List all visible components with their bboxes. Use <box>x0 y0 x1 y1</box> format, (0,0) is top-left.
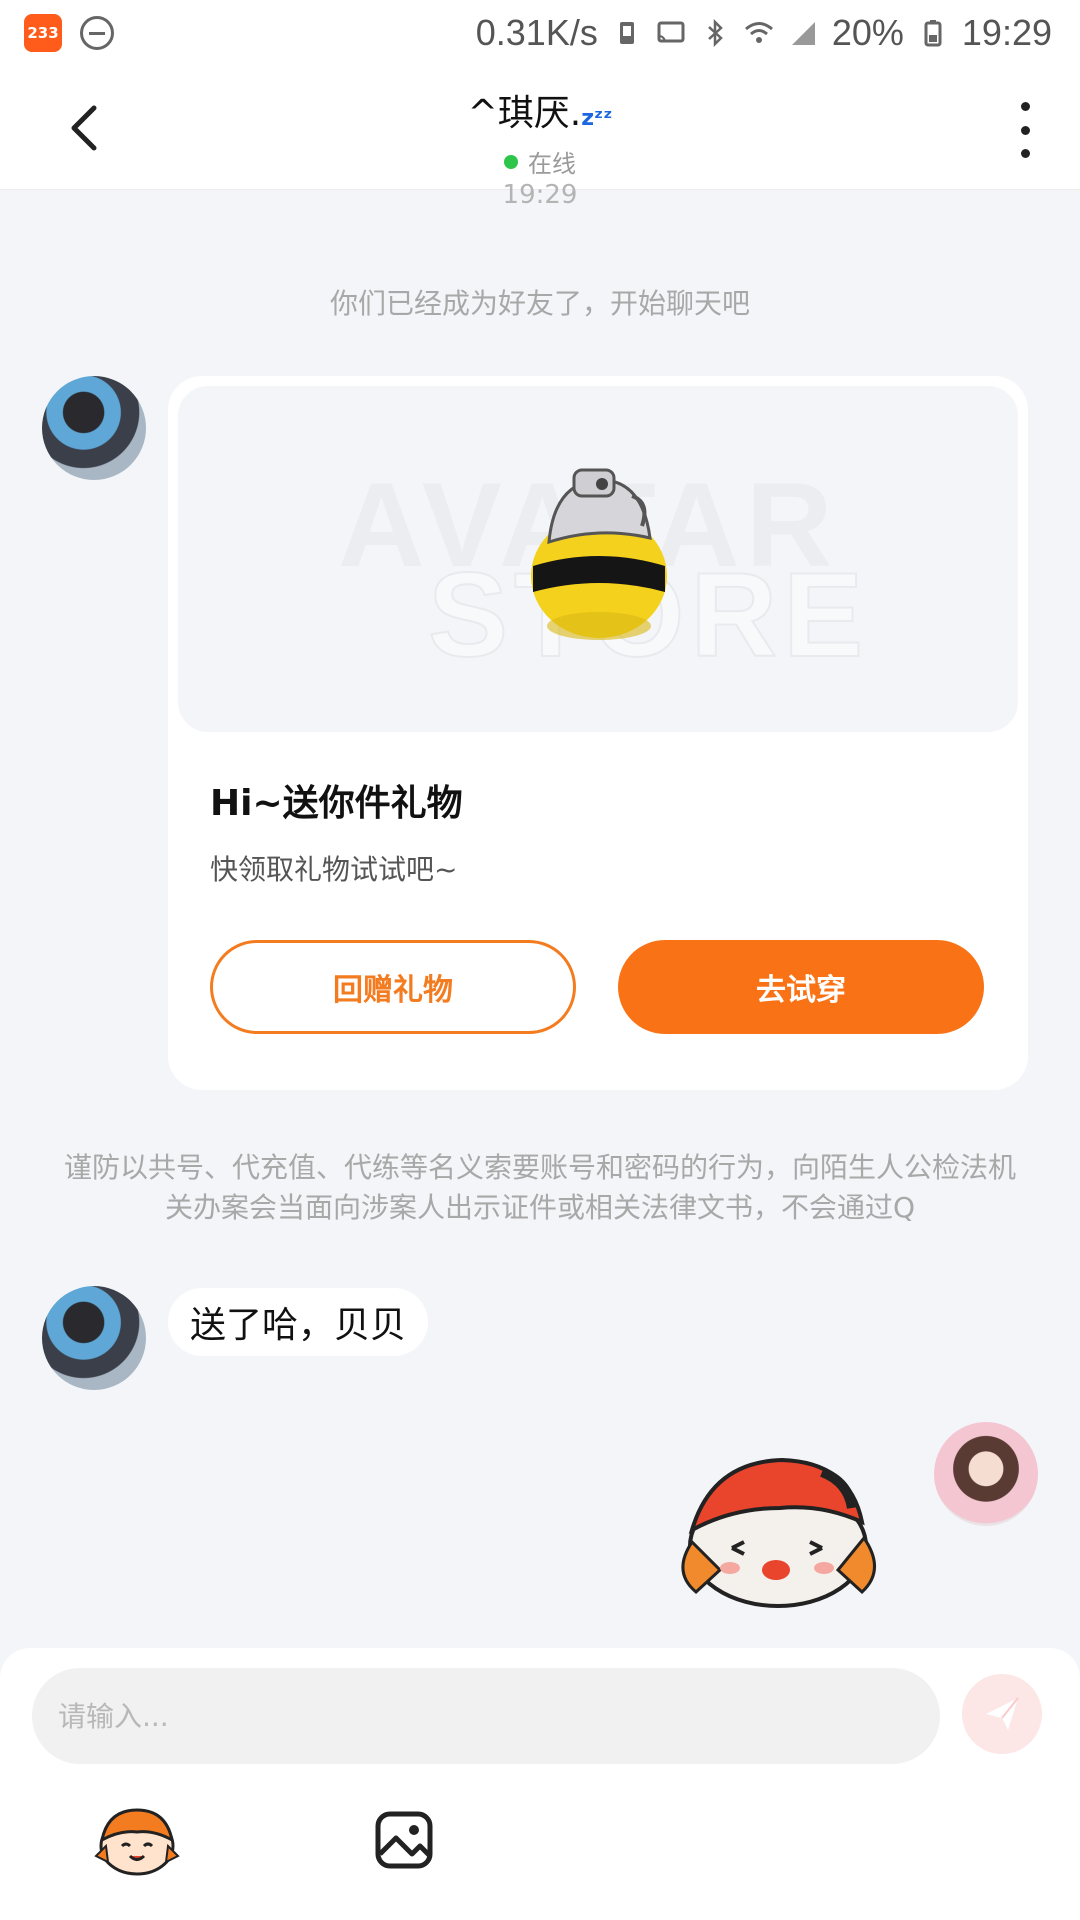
chat-title: ^琪厌. <box>467 93 582 134</box>
more-dot-icon <box>1020 149 1030 158</box>
online-status-dot <box>504 154 518 169</box>
battery-percent: 20% <box>831 12 904 53</box>
gift-preview: AVATAR STORE <box>178 386 1018 732</box>
status-bar: 233 0.31K/s 20% 19:29 <box>0 0 1080 66</box>
gift-card: AVATAR STORE Hi~送你件礼物 快领取礼物试试吧~ 回赠礼物 去试穿 <box>168 376 1028 1090</box>
sleeping-zzz-icon: zᶻᶻ <box>581 106 613 131</box>
app-badge-icon: 233 <box>24 14 62 52</box>
send-button[interactable] <box>962 1674 1042 1754</box>
try-on-button[interactable]: 去试穿 <box>618 940 984 1034</box>
friend-avatar[interactable] <box>42 1286 146 1390</box>
gift-title: Hi~送你件礼物 <box>210 783 463 824</box>
message-input[interactable] <box>32 1668 940 1764</box>
text-message-bubble[interactable]: 送了哈，贝贝 <box>168 1288 429 1356</box>
online-status-text: 在线 <box>528 150 576 178</box>
emoji-sticker-button[interactable] <box>94 1806 180 1876</box>
security-warning: 谨防以共号、代充值、代练等名义索要账号和密码的行为，向陌生人公检法机关办案会当面… <box>63 1151 1016 1224</box>
cast-icon <box>657 21 685 43</box>
message-timestamp: 19:29 <box>502 180 578 210</box>
bluetooth-icon <box>707 18 723 48</box>
friend-avatar[interactable] <box>42 376 146 480</box>
usb-icon <box>619 22 634 44</box>
my-avatar[interactable] <box>934 1422 1038 1526</box>
gift-item-image <box>531 468 667 640</box>
network-speed: 0.31K/s <box>475 12 598 53</box>
image-picker-button[interactable] <box>372 1808 436 1872</box>
clock: 19:29 <box>961 12 1052 53</box>
return-gift-button[interactable]: 回赠礼物 <box>210 940 576 1034</box>
do-not-disturb-icon <box>80 16 114 50</box>
more-dot-icon <box>1020 125 1030 135</box>
more-options-button[interactable] <box>1010 102 1040 158</box>
signal-icon <box>791 22 815 45</box>
more-dot-icon <box>1020 102 1030 111</box>
chat-header: ^琪厌.zᶻᶻ 在线 <box>0 66 1080 190</box>
gift-subtitle: 快领取礼物试试吧~ <box>210 853 458 886</box>
wifi-icon <box>744 22 773 43</box>
system-message: 你们已经成为好友了，开始聊天吧 <box>329 287 750 320</box>
battery-icon <box>924 20 942 47</box>
paper-plane-icon <box>986 1697 1019 1730</box>
title-block: ^琪厌.zᶻᶻ 在线 <box>0 84 1080 179</box>
sticker-message[interactable] <box>672 1452 886 1612</box>
composer-panel <box>0 1648 1080 1920</box>
